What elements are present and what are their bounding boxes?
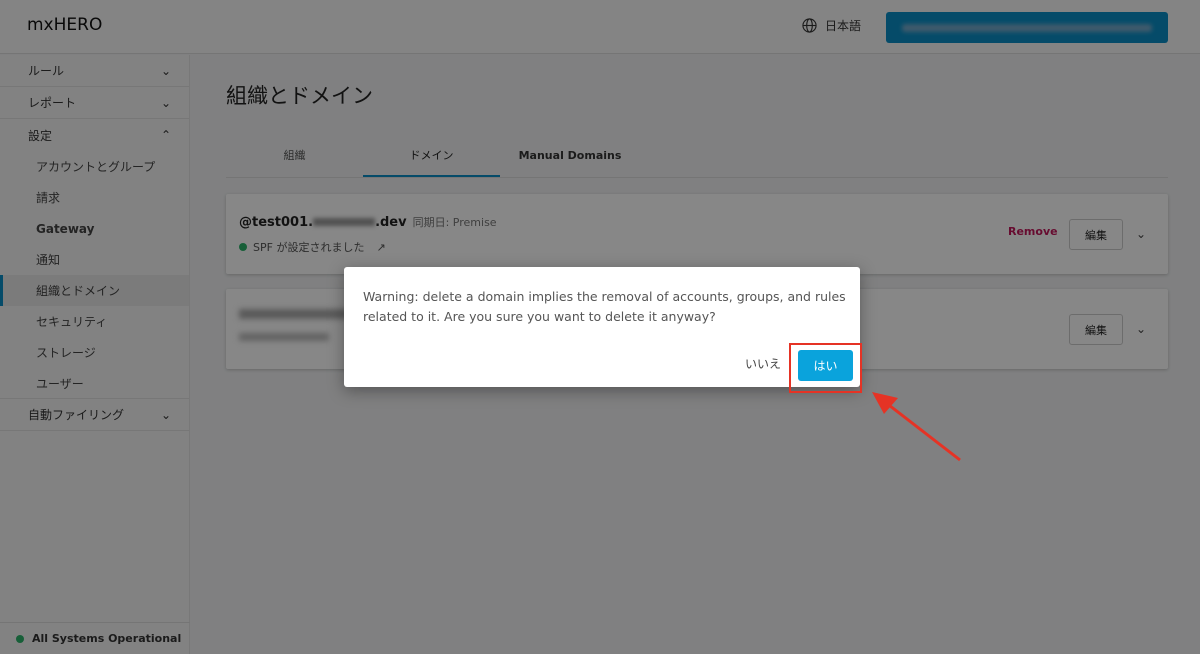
no-button[interactable]: いいえ	[745, 355, 781, 372]
dialog-message: Warning: delete a domain implies the rem…	[363, 289, 846, 324]
confirm-delete-dialog: Warning: delete a domain implies the rem…	[344, 267, 860, 387]
annotation-arrow-icon	[872, 392, 961, 462]
highlight-box	[789, 343, 862, 393]
